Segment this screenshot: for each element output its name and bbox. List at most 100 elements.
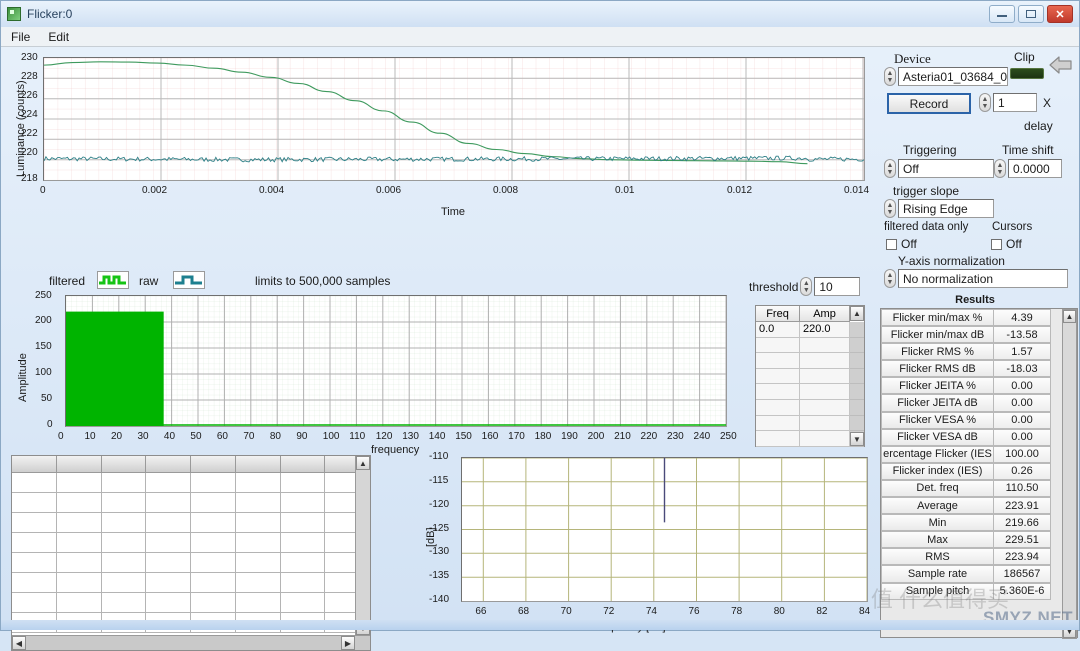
time-shift-control[interactable]: ▲ ▼ 0.0000 — [994, 159, 1062, 178]
menu-item-file[interactable]: File — [11, 30, 30, 44]
data-grid-cell[interactable] — [280, 593, 326, 613]
cursors-toggle[interactable]: Off — [991, 237, 1022, 251]
data-grid-column-header[interactable] — [191, 456, 236, 473]
peak-scroll-track[interactable] — [850, 353, 864, 369]
grid-scroll-up-button[interactable]: ▲ — [356, 456, 370, 470]
peak-table[interactable]: Freq Amp ▲ 0.0 220.0 ▼ — [755, 305, 865, 447]
peak-table-row[interactable]: 0.0 220.0 — [756, 322, 864, 338]
data-grid-cell[interactable] — [235, 553, 281, 573]
data-grid-cell[interactable] — [235, 573, 281, 593]
data-grid-cell[interactable] — [191, 573, 236, 593]
results-row[interactable]: Sample rate 186567 — [881, 565, 1062, 583]
data-grid-cell[interactable] — [280, 513, 326, 533]
luminance-plot-area[interactable] — [43, 57, 865, 181]
minimize-button[interactable] — [989, 5, 1015, 23]
data-grid-cell[interactable] — [56, 593, 102, 613]
peak-table-row[interactable] — [756, 399, 864, 416]
data-grid-cell[interactable] — [280, 473, 326, 493]
y-normalization-selector[interactable]: ▲ ▼ No normalization — [884, 269, 1068, 288]
data-grid-cell[interactable] — [101, 593, 147, 613]
peak-scroll-track[interactable] — [850, 415, 864, 432]
results-row[interactable]: RMS 223.94 — [881, 548, 1062, 566]
triggering-input[interactable]: Off — [898, 159, 994, 178]
results-row[interactable]: Max 229.51 — [881, 531, 1062, 549]
data-grid-cell[interactable] — [146, 473, 191, 493]
peak-table-row[interactable] — [756, 384, 864, 400]
device-selector[interactable]: ▲ ▼ Asteria01_03684_0 — [884, 67, 1008, 86]
data-grid-cell[interactable] — [12, 573, 57, 593]
table-row[interactable] — [12, 473, 370, 493]
peak-scroll-track[interactable] — [850, 399, 864, 416]
peak-table-row[interactable] — [756, 415, 864, 432]
y-normalization-spinner[interactable]: ▲ ▼ — [884, 269, 896, 288]
triggering-spinner[interactable]: ▲ ▼ — [884, 159, 896, 178]
results-row[interactable]: Flicker VESA dB 0.00 — [881, 428, 1062, 446]
data-grid-column-header[interactable] — [280, 456, 326, 473]
multiplier-input[interactable]: 1 — [993, 93, 1037, 112]
data-grid-cell[interactable] — [12, 513, 57, 533]
data-grid-cell[interactable] — [235, 493, 281, 513]
data-grid-cell[interactable] — [235, 533, 281, 553]
data-grid-cell[interactable] — [191, 513, 236, 533]
time-shift-spinner[interactable]: ▲ ▼ — [994, 159, 1006, 178]
data-grid-cell[interactable] — [56, 553, 102, 573]
back-arrow-button[interactable] — [1047, 52, 1075, 78]
peak-scroll-up-button[interactable]: ▲ — [850, 306, 864, 321]
data-grid-cell[interactable] — [12, 473, 57, 493]
peak-table-row[interactable] — [756, 431, 864, 447]
triggering-selector[interactable]: ▲ ▼ Off — [884, 159, 994, 178]
maximize-button[interactable] — [1018, 5, 1044, 23]
data-grid-cell[interactable] — [235, 513, 281, 533]
results-row[interactable]: Flicker JEITA dB 0.00 — [881, 394, 1062, 412]
data-grid-cell[interactable] — [191, 533, 236, 553]
data-grid-cell[interactable] — [146, 493, 191, 513]
data-grid-cell[interactable] — [101, 513, 147, 533]
data-grid-cell[interactable] — [101, 493, 147, 513]
y-normalization-input[interactable]: No normalization — [898, 269, 1068, 288]
threshold-spinner[interactable]: ▲ ▼ — [800, 277, 813, 296]
data-grid-cell[interactable] — [56, 493, 102, 513]
multiplier-spinner[interactable]: ▲ ▼ — [979, 93, 991, 112]
table-row[interactable] — [12, 513, 370, 533]
data-grid-column-header[interactable] — [101, 456, 147, 473]
data-grid-cell[interactable] — [56, 573, 102, 593]
menu-item-edit[interactable]: Edit — [48, 30, 69, 44]
results-scroll-up-button[interactable]: ▲ — [1063, 310, 1076, 323]
peak-scroll-track[interactable] — [850, 322, 864, 338]
results-row[interactable]: ercentage Flicker (IES 100.00 — [881, 445, 1062, 463]
data-grid-cell[interactable] — [56, 533, 102, 553]
trigger-slope-spinner[interactable]: ▲ ▼ — [884, 199, 896, 218]
results-row[interactable]: Flicker VESA % 0.00 — [881, 411, 1062, 429]
data-grid-cell[interactable] — [12, 493, 57, 513]
table-row[interactable] — [12, 573, 370, 593]
data-grid-cell[interactable] — [191, 593, 236, 613]
results-row[interactable]: Flicker index (IES) 0.26 — [881, 462, 1062, 480]
device-input[interactable]: Asteria01_03684_0 — [898, 67, 1008, 86]
grid-scroll-left-button[interactable]: ◀ — [12, 636, 26, 650]
data-grid-column-header[interactable] — [146, 456, 191, 473]
data-grid-cell[interactable] — [146, 553, 191, 573]
data-grid-cell[interactable] — [12, 553, 57, 573]
record-button[interactable]: Record — [887, 93, 971, 114]
data-grid-cell[interactable] — [146, 593, 191, 613]
results-row[interactable]: Flicker JEITA % 0.00 — [881, 377, 1062, 395]
data-grid-cell[interactable] — [280, 553, 326, 573]
results-row[interactable]: Flicker min/max dB -13.58 — [881, 326, 1062, 344]
data-grid-cell[interactable] — [101, 533, 147, 553]
results-row[interactable]: Min 219.66 — [881, 514, 1062, 532]
close-button[interactable]: ✕ — [1047, 5, 1073, 23]
peak-scroll-track[interactable] — [850, 384, 864, 400]
data-grid-column-header[interactable] — [12, 456, 57, 473]
filtered-data-only-toggle[interactable]: Off — [886, 237, 917, 251]
data-grid-cell[interactable] — [101, 573, 147, 593]
cursors-checkbox[interactable] — [991, 238, 1002, 250]
peak-scroll-down-button[interactable]: ▼ — [850, 432, 864, 446]
data-grid-column-header[interactable] — [235, 456, 281, 473]
data-grid-cell[interactable] — [12, 533, 57, 553]
results-row[interactable]: Flicker min/max % 4.39 — [881, 309, 1062, 327]
data-grid-cell[interactable] — [101, 473, 147, 493]
table-row[interactable] — [12, 553, 370, 573]
device-spinner[interactable]: ▲ ▼ — [884, 67, 896, 86]
data-grid-cell[interactable] — [235, 473, 281, 493]
trigger-slope-selector[interactable]: ▲ ▼ Rising Edge — [884, 199, 994, 218]
